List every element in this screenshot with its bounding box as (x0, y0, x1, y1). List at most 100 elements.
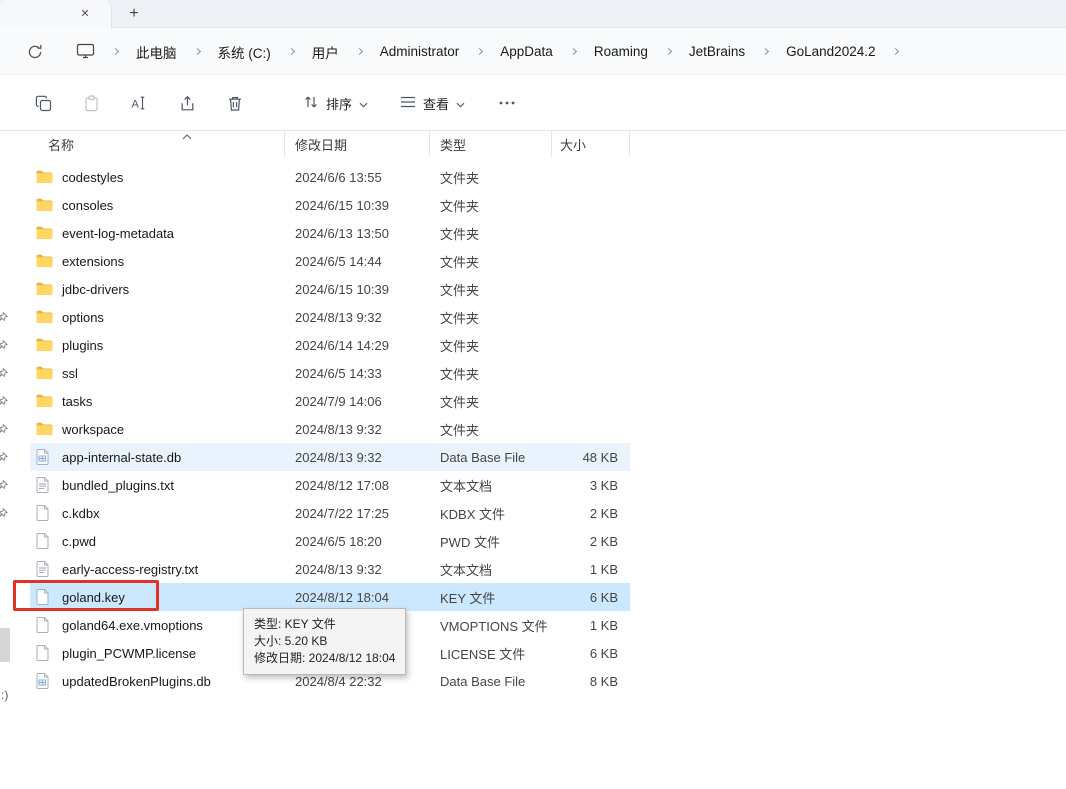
breadcrumb-item-6[interactable]: Roaming (587, 39, 655, 64)
pin-strip (0, 303, 9, 527)
cell-type: 文件夹 (440, 366, 480, 382)
file-row-workspace[interactable]: workspace 2024/8/13 9:32 文件夹 (30, 415, 630, 443)
rename-button[interactable]: A (124, 88, 154, 118)
cell-name: c.pwd (30, 533, 285, 549)
view-label: 查看 (423, 96, 450, 112)
cell-date-modified: 2024/6/6 13:55 (295, 169, 382, 185)
breadcrumb-item-8[interactable]: GoLand2024.2 (779, 39, 882, 64)
file-row-codestyles[interactable]: codestyles 2024/6/6 13:55 文件夹 (30, 163, 630, 191)
cell-name: bundled_plugins.txt (30, 477, 285, 493)
paste-button[interactable] (76, 88, 106, 118)
nav-scrollbar-thumb[interactable] (0, 628, 10, 662)
breadcrumb-item-1[interactable]: 此电脑 (129, 37, 184, 67)
file-row-tasks[interactable]: tasks 2024/7/9 14:06 文件夹 (30, 387, 630, 415)
cell-type: 文件夹 (440, 422, 480, 438)
cell-type: 文件夹 (440, 170, 480, 186)
file-row-consoles[interactable]: consoles 2024/6/15 10:39 文件夹 (30, 191, 630, 219)
file-row-options[interactable]: options 2024/8/13 9:32 文件夹 (30, 303, 630, 331)
cell-type: KDBX 文件 (440, 506, 506, 522)
pin-icon (0, 499, 9, 527)
column-header-date[interactable]: 修改日期 (285, 131, 430, 157)
view-dropdown[interactable]: 查看 (391, 88, 474, 119)
breadcrumb-item-7[interactable]: JetBrains (682, 39, 752, 64)
folder-icon (36, 170, 54, 184)
cell-date-modified: 2024/8/13 9:32 (295, 309, 382, 325)
cell-size: 1 KB (589, 561, 618, 577)
cell-date-modified: 2024/8/13 9:32 (295, 561, 382, 577)
cell-type: 文件夹 (440, 254, 480, 270)
file-row-early-access-registry.txt[interactable]: early-access-registry.txt 2024/8/13 9:32 文… (30, 555, 630, 583)
copy-button[interactable] (28, 88, 58, 118)
cell-name: options (30, 310, 285, 325)
cell-date-modified: 2024/7/22 17:25 (295, 505, 389, 521)
file-name: workspace (62, 421, 125, 437)
breadcrumb: 此电脑 系统 (C:) 用户 Administrator AppData Roaming J… (102, 28, 909, 75)
file-name: goland64.exe.vmoptions (62, 617, 203, 633)
folder-icon (36, 422, 54, 436)
chevron-right-icon (111, 47, 120, 56)
file-name: plugins (62, 337, 104, 353)
folder-icon (36, 366, 54, 380)
folder-icon (36, 394, 54, 408)
file-row-ssl[interactable]: ssl 2024/6/5 14:33 文件夹 (30, 359, 630, 387)
delete-button[interactable] (220, 88, 250, 118)
file-row-jdbc-drivers[interactable]: jdbc-drivers 2024/6/15 10:39 文件夹 (30, 275, 630, 303)
breadcrumb-item-3[interactable]: 用户 (305, 37, 346, 67)
cell-name: updatedBrokenPlugins.db (30, 673, 285, 689)
cell-name: consoles (30, 198, 285, 213)
file-name: extensions (62, 253, 125, 269)
file-row-extensions[interactable]: extensions 2024/6/5 14:44 文件夹 (30, 247, 630, 275)
tab-close-icon[interactable]: ✕ (77, 6, 93, 22)
cell-date-modified: 2024/8/13 9:32 (295, 421, 382, 437)
sort-dropdown[interactable]: 排序 (294, 88, 377, 119)
file-tooltip: 类型: KEY 文件 大小: 5.20 KB 修改日期: 2024/8/12 18:… (243, 608, 407, 675)
folder-icon (36, 226, 54, 240)
cell-date-modified: 2024/6/13 13:50 (295, 225, 389, 241)
file-icon (36, 645, 54, 661)
chevron-right-icon (355, 47, 363, 56)
more-options-icon[interactable] (492, 88, 522, 118)
chevron-right-icon (762, 47, 770, 56)
file-name: c.kdbx (62, 505, 100, 521)
file-row-c.pwd[interactable]: c.pwd 2024/6/5 18:20 PWD 文件 2 KB (30, 527, 630, 555)
share-button[interactable] (172, 88, 202, 118)
explorer-tab[interactable]: ✕ (0, 0, 112, 28)
view-icon (400, 95, 416, 112)
chevron-down-icon (456, 96, 465, 111)
cell-date-modified: 2024/6/15 10:39 (295, 197, 389, 213)
cell-date-modified: 2024/8/13 9:32 (295, 449, 382, 465)
status-text: :) (1, 688, 9, 702)
file-row-c.kdbx[interactable]: c.kdbx 2024/7/22 17:25 KDBX 文件 2 KB (30, 499, 630, 527)
file-row-app-internal-state.db[interactable]: app-internal-state.db 2024/8/13 9:32 Data … (30, 443, 630, 471)
file-name: bundled_plugins.txt (62, 477, 175, 493)
folder-icon (36, 310, 54, 324)
new-tab-button[interactable]: + (123, 4, 145, 26)
cell-size: 3 KB (589, 477, 618, 493)
file-name: c.pwd (62, 533, 96, 549)
cell-date-modified: 2024/8/4 22:32 (295, 673, 382, 689)
breadcrumb-item-4[interactable]: Administrator (373, 39, 467, 64)
refresh-icon[interactable] (24, 42, 46, 64)
sort-label: 排序 (326, 96, 353, 112)
file-row-goland.key[interactable]: goland.key 2024/8/12 18:04 KEY 文件 6 KB (30, 583, 630, 611)
folder-icon (36, 198, 54, 212)
cell-name: app-internal-state.db (30, 449, 285, 465)
file-row-event-log-metadata[interactable]: event-log-metadata 2024/6/13 13:50 文件夹 (30, 219, 630, 247)
sort-icon (303, 94, 319, 113)
cell-size: 8 KB (589, 673, 618, 689)
file-row-bundled_plugins.txt[interactable]: bundled_plugins.txt 2024/8/12 17:08 文本文档 3 … (30, 471, 630, 499)
breadcrumb-item-2[interactable]: 系统 (C:) (211, 37, 278, 67)
column-header-type[interactable]: 类型 (430, 131, 552, 157)
pin-icon (0, 387, 9, 415)
cell-date-modified: 2024/6/5 14:33 (295, 365, 382, 381)
column-header-size[interactable]: 大小 (552, 131, 630, 157)
file-name: goland.key (62, 589, 125, 605)
breadcrumb-item-5[interactable]: AppData (493, 39, 560, 64)
pin-icon (0, 415, 9, 443)
cell-size: 1 KB (589, 617, 618, 633)
file-row-plugins[interactable]: plugins 2024/6/14 14:29 文件夹 (30, 331, 630, 359)
folder-icon (36, 282, 54, 296)
folder-icon (36, 338, 54, 352)
cell-type: KEY 文件 (440, 590, 496, 606)
column-header-name[interactable]: 名称 (30, 131, 285, 157)
